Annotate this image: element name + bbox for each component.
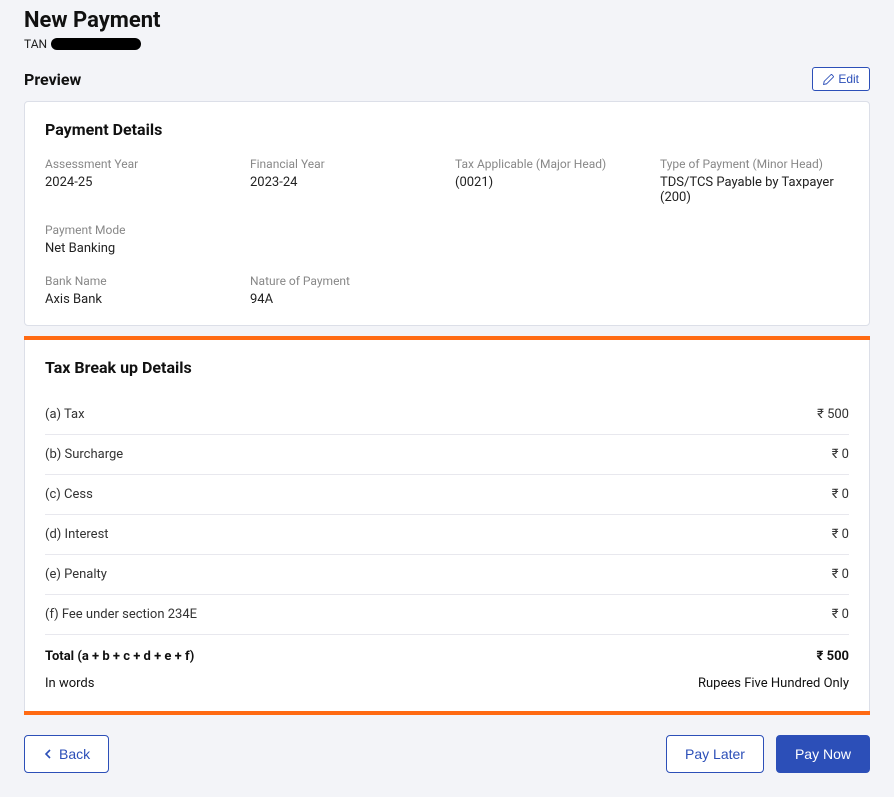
breakup-value: ₹ 0 — [832, 607, 849, 622]
pay-later-button[interactable]: Pay Later — [666, 735, 764, 773]
field-label: Payment Mode — [45, 223, 234, 237]
payment-details-card: Payment Details Assessment Year 2024-25 … — [24, 101, 870, 326]
field-type-of-payment: Type of Payment (Minor Head) TDS/TCS Pay… — [660, 157, 849, 205]
page-title: New Payment — [24, 8, 870, 33]
field-label: Type of Payment (Minor Head) — [660, 157, 849, 171]
breakup-value: ₹ 0 — [832, 447, 849, 462]
field-value: 2024-25 — [45, 175, 234, 190]
breakup-total-row: Total (a + b + c + d + e + f) ₹ 500 — [45, 635, 849, 670]
total-value: ₹ 500 — [817, 649, 849, 664]
breakup-row-penalty: (e) Penalty ₹ 0 — [45, 555, 849, 595]
back-button-label: Back — [59, 746, 90, 762]
breakup-label: (f) Fee under section 234E — [45, 607, 197, 622]
edit-button-label: Edit — [838, 72, 859, 86]
breakup-value: ₹ 0 — [832, 487, 849, 502]
pay-later-label: Pay Later — [685, 746, 745, 762]
field-value: 94A — [250, 292, 439, 307]
field-label: Tax Applicable (Major Head) — [455, 157, 644, 171]
tax-breakup-card: Tax Break up Details (a) Tax ₹ 500 (b) S… — [24, 340, 870, 711]
words-value: Rupees Five Hundred Only — [698, 676, 849, 691]
field-value: Axis Bank — [45, 292, 234, 307]
breakup-words-row: In words Rupees Five Hundred Only — [45, 670, 849, 693]
breakup-label: (b) Surcharge — [45, 447, 123, 462]
field-nature-of-payment: Nature of Payment 94A — [250, 274, 439, 307]
payment-details-title: Payment Details — [45, 120, 849, 139]
breakup-row-fee-234e: (f) Fee under section 234E ₹ 0 — [45, 595, 849, 635]
tan-line: TAN — [24, 37, 870, 51]
tan-redacted — [51, 38, 141, 50]
field-bank-name: Bank Name Axis Bank — [45, 274, 234, 307]
field-value: 2023-24 — [250, 175, 439, 190]
breakup-label: (c) Cess — [45, 487, 93, 502]
total-label: Total (a + b + c + d + e + f) — [45, 649, 194, 664]
field-tax-applicable: Tax Applicable (Major Head) (0021) — [455, 157, 644, 205]
breakup-label: (d) Interest — [45, 527, 109, 542]
field-assessment-year: Assessment Year 2024-25 — [45, 157, 234, 205]
breakup-row-surcharge: (b) Surcharge ₹ 0 — [45, 435, 849, 475]
breakup-label: (a) Tax — [45, 407, 85, 422]
breakup-value: ₹ 500 — [817, 407, 849, 422]
field-value: (0021) — [455, 175, 644, 190]
pay-now-label: Pay Now — [795, 746, 851, 762]
chevron-left-icon — [43, 749, 53, 759]
breakup-value: ₹ 0 — [832, 567, 849, 582]
tax-breakup-title: Tax Break up Details — [45, 358, 849, 377]
field-label: Assessment Year — [45, 157, 234, 171]
preview-label: Preview — [24, 70, 81, 89]
field-label: Bank Name — [45, 274, 234, 288]
field-financial-year: Financial Year 2023-24 — [250, 157, 439, 205]
breakup-value: ₹ 0 — [832, 527, 849, 542]
breakup-label: (e) Penalty — [45, 567, 107, 582]
back-button[interactable]: Back — [24, 735, 109, 773]
words-label: In words — [45, 676, 94, 691]
tax-breakup-highlight: Tax Break up Details (a) Tax ₹ 500 (b) S… — [24, 336, 870, 715]
field-payment-mode: Payment Mode Net Banking — [45, 223, 234, 256]
pencil-icon — [823, 74, 834, 85]
field-value: TDS/TCS Payable by Taxpayer (200) — [660, 175, 849, 205]
field-label: Financial Year — [250, 157, 439, 171]
pay-now-button[interactable]: Pay Now — [776, 735, 870, 773]
tan-label: TAN — [24, 37, 47, 51]
breakup-row-tax: (a) Tax ₹ 500 — [45, 395, 849, 435]
field-value: Net Banking — [45, 241, 234, 256]
breakup-row-interest: (d) Interest ₹ 0 — [45, 515, 849, 555]
breakup-row-cess: (c) Cess ₹ 0 — [45, 475, 849, 515]
field-label: Nature of Payment — [250, 274, 439, 288]
edit-button[interactable]: Edit — [812, 67, 870, 91]
